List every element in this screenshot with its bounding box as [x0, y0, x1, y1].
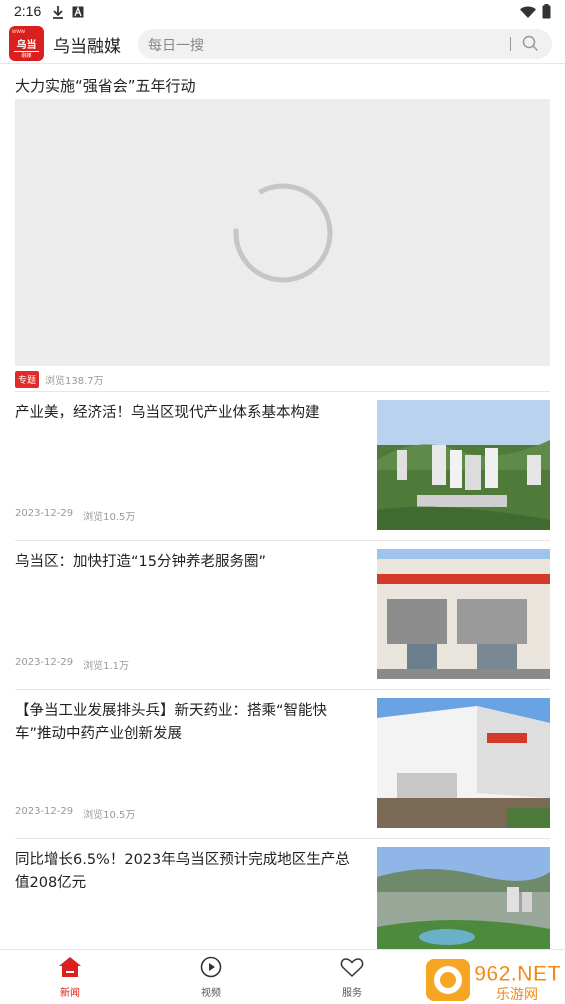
- news-title[interactable]: 产业美，经济活！乌当区现代产业体系基本构建: [15, 402, 360, 425]
- topic-tag: 专题: [15, 371, 40, 388]
- news-title[interactable]: 同比增长6.5%！2023年乌当区预计完成地区生产总值208亿元: [15, 849, 360, 895]
- news-title[interactable]: 【争当工业发展排头兵】新天药业：搭乘“智能快车”推动中药产业创新发展: [15, 700, 360, 746]
- logo-small-top: www: [12, 29, 25, 35]
- download-icon: [52, 4, 64, 23]
- news-views: 浏览10.5万: [83, 810, 136, 821]
- status-time: 2:16: [14, 3, 42, 19]
- search-placeholder[interactable]: 每日一搜: [148, 35, 204, 55]
- featured-views: 浏览138.7万: [45, 376, 104, 387]
- site-watermark-logo: 962.NET 乐游网: [424, 951, 565, 1004]
- search-divider: [510, 37, 511, 51]
- news-date: 2023-12-29: [15, 508, 74, 519]
- news-thumbnail-building[interactable]: [377, 549, 550, 679]
- news-item[interactable]: 【争当工业发展排头兵】新天药业：搭乘“智能快车”推动中药产业创新发展 2023-…: [0, 690, 565, 839]
- app-title: 乌当融媒: [53, 37, 121, 57]
- svg-text:乐游网: 乐游网: [496, 987, 538, 1003]
- status-bar: 2:16: [0, 0, 565, 24]
- heart-icon: [340, 958, 364, 982]
- news-feed[interactable]: 大力实施“强省会”五年行动 专题 浏览138.7万 产业美，经济活！乌当区现代产…: [0, 65, 565, 949]
- featured-image-placeholder[interactable]: [15, 99, 550, 366]
- search-bar[interactable]: 每日一搜: [138, 29, 552, 59]
- home-icon: [58, 957, 82, 982]
- nav-news-label: 新闻: [60, 988, 80, 999]
- a-icon: [72, 4, 84, 23]
- news-thumbnail-landscape[interactable]: [377, 847, 550, 949]
- nav-service[interactable]: 服务: [317, 956, 387, 999]
- news-views: 浏览10.5万: [83, 512, 136, 523]
- play-icon: [200, 956, 222, 982]
- nav-video-label: 视频: [201, 988, 221, 999]
- nav-video[interactable]: 视频: [176, 956, 246, 999]
- news-date: 2023-12-29: [15, 806, 74, 817]
- news-views: 浏览1.1万: [83, 661, 130, 672]
- news-date: 2023-12-29: [15, 657, 74, 668]
- svg-text:962.NET: 962.NET: [474, 961, 561, 986]
- wifi-icon: [520, 4, 536, 23]
- app-logo[interactable]: www 乌当 融媒: [9, 26, 44, 61]
- logo-text: 乌当: [16, 40, 37, 51]
- featured-title[interactable]: 大力实施“强省会”五年行动: [15, 75, 196, 96]
- app-header: www 乌当 融媒 乌当融媒 每日一搜: [0, 24, 565, 64]
- loading-spinner-icon: [233, 183, 333, 283]
- news-title[interactable]: 乌当区：加快打造“15分钟养老服务圈”: [15, 551, 360, 574]
- logo-small-bottom: 融媒: [14, 51, 39, 59]
- news-item[interactable]: 乌当区：加快打造“15分钟养老服务圈” 2023-12-29 浏览1.1万: [0, 541, 565, 690]
- nav-news[interactable]: 新闻: [35, 956, 105, 999]
- battery-icon: [542, 4, 551, 23]
- news-item[interactable]: 同比增长6.5%！2023年乌当区预计完成地区生产总值208亿元: [0, 839, 565, 949]
- search-icon[interactable]: [522, 35, 539, 56]
- nav-service-label: 服务: [342, 988, 362, 999]
- news-thumbnail-city[interactable]: [377, 400, 550, 530]
- news-item[interactable]: 产业美，经济活！乌当区现代产业体系基本构建 2023-12-29 浏览10.5万: [0, 392, 565, 541]
- featured-article[interactable]: 大力实施“强省会”五年行动 专题 浏览138.7万: [0, 65, 565, 392]
- news-thumbnail-factory[interactable]: [377, 698, 550, 828]
